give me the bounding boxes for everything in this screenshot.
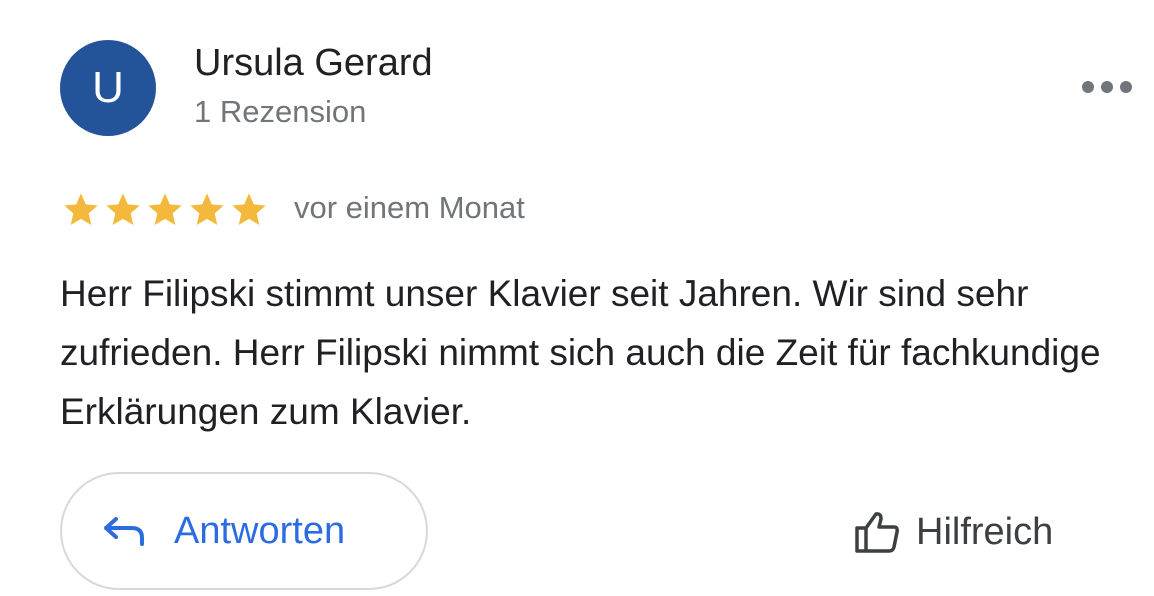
dot [1082, 81, 1094, 93]
thumbs-up-icon [855, 512, 899, 553]
helpful-label: Hilfreich [916, 510, 1054, 553]
more-options-icon[interactable] [1082, 74, 1132, 100]
helpful-button[interactable]: Hilfreich [852, 500, 1053, 564]
star-icon [106, 193, 140, 225]
star-icon [190, 193, 224, 225]
star-icon [232, 193, 266, 225]
review-date: vor einem Monat [294, 190, 525, 225]
avatar-initial: U [92, 63, 124, 112]
star-icon [148, 193, 182, 225]
reply-button[interactable]: Antworten [60, 472, 428, 590]
author-review-count: 1 Rezension [194, 94, 367, 129]
reply-arrow-icon [104, 517, 144, 546]
author-name[interactable]: Ursula Gerard [194, 42, 433, 85]
star-icon [64, 193, 98, 225]
author-avatar[interactable]: U [60, 40, 156, 136]
star-rating [60, 190, 270, 230]
reply-label: Antworten [174, 509, 346, 552]
dot [1101, 81, 1113, 93]
dot [1120, 81, 1132, 93]
review-text: Herr Filipski stimmt unser Klavier seit … [60, 273, 1101, 432]
